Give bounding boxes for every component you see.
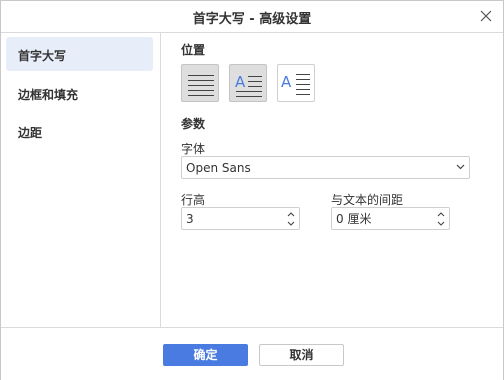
dropcap-none-icon bbox=[188, 75, 214, 96]
sidebar-item-label: 边框和填充 bbox=[18, 88, 79, 102]
dropcap-in-margin-icon: A bbox=[281, 73, 310, 95]
close-button[interactable] bbox=[477, 7, 495, 25]
sidebar-item-borders-fill[interactable]: 边框和填充 bbox=[6, 76, 153, 110]
distance-input[interactable] bbox=[332, 208, 436, 229]
font-select[interactable]: Open Sans bbox=[181, 156, 470, 179]
svg-text:A: A bbox=[235, 73, 246, 91]
svg-text:A: A bbox=[281, 73, 292, 91]
dialog-footer: 确定 取消 bbox=[1, 327, 503, 380]
titlebar: 首字大写 - 高级设置 bbox=[1, 1, 503, 33]
chevron-down-icon bbox=[456, 164, 465, 170]
position-section-label: 位置 bbox=[181, 43, 206, 57]
dropcap-in-text-icon: A bbox=[235, 73, 262, 97]
line-height-label: 行高 bbox=[181, 193, 206, 207]
settings-panel: 位置 A A 参数 字体 Open Sans 行高 3 与文本的间距 0 厘米 bbox=[161, 33, 503, 327]
font-label: 字体 bbox=[181, 142, 206, 156]
close-icon bbox=[480, 10, 492, 22]
params-section-label: 参数 bbox=[181, 117, 206, 131]
sidebar-item-margins[interactable]: 边距 bbox=[6, 114, 153, 148]
spinner-down-icon[interactable] bbox=[286, 219, 296, 228]
dialog: 首字大写 - 高级设置 首字大写 边框和填充 边距 位置 A A 参数 字体 O… bbox=[0, 0, 504, 380]
sidebar-item-label: 边距 bbox=[18, 126, 43, 140]
spinner-up-icon[interactable] bbox=[436, 210, 446, 219]
distance-spinner bbox=[331, 207, 450, 230]
position-none-button[interactable] bbox=[181, 64, 219, 102]
line-height-spinner bbox=[181, 207, 300, 230]
ok-button[interactable]: 确定 bbox=[163, 344, 248, 366]
sidebar: 首字大写 边框和填充 边距 bbox=[1, 33, 161, 327]
position-in-text-button[interactable]: A bbox=[229, 64, 267, 102]
spinner-down-icon[interactable] bbox=[436, 219, 446, 228]
line-height-input[interactable] bbox=[182, 208, 286, 229]
sidebar-item-label: 首字大写 bbox=[18, 49, 67, 63]
cancel-button[interactable]: 取消 bbox=[259, 344, 344, 366]
font-select-value: Open Sans bbox=[186, 161, 251, 175]
distance-label: 与文本的间距 bbox=[331, 193, 404, 207]
dialog-title: 首字大写 - 高级设置 bbox=[192, 12, 312, 27]
position-in-margin-button[interactable]: A bbox=[277, 64, 315, 102]
spinner-up-icon[interactable] bbox=[286, 210, 296, 219]
sidebar-item-dropcap[interactable]: 首字大写 bbox=[6, 37, 153, 71]
